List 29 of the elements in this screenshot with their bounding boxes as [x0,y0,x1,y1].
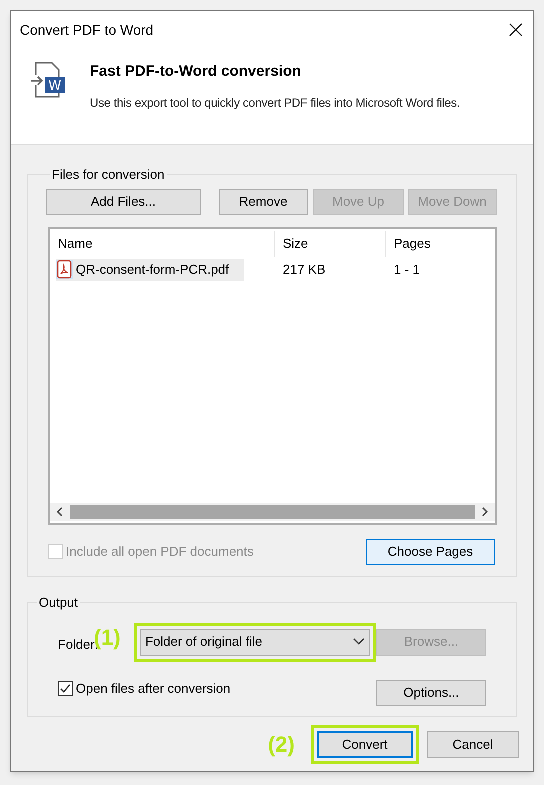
chevron-down-icon [353,638,366,646]
file-name: QR-consent-form-PCR.pdf [76,260,230,279]
file-size: 217 KB [283,260,326,279]
checkbox[interactable] [58,681,73,696]
file-row[interactable]: QR-consent-form-PCR.pdf [56,258,244,280]
add-files-button[interactable]: Add Files... [46,188,201,214]
folder-dropdown[interactable]: Folder of original file [140,628,370,656]
checkbox-label: Open files after conversion [76,680,231,698]
horizontal-scrollbar[interactable] [50,502,495,520]
pdf-file-icon [56,260,73,279]
header-description: Use this export tool to quickly convert PDF files into Microsoft Word files. [90,94,460,112]
checkmark-icon [60,683,71,694]
options-button[interactable]: Options... [376,680,486,706]
dropdown-value: Folder of original file [145,633,263,652]
remove-button[interactable]: Remove [219,188,308,214]
cancel-button[interactable]: Cancel [427,731,519,758]
choose-pages-button[interactable]: Choose Pages [366,538,495,564]
file-pages: 1 - 1 [393,260,420,279]
header-title: Fast PDF-to-Word conversion [90,62,302,82]
convert-button[interactable]: Convert [317,731,413,758]
checkbox-label: Include all open PDF documents [66,542,254,561]
close-icon[interactable] [509,23,523,37]
column-header[interactable]: Name [50,230,275,256]
annotation-label: (2) [268,731,295,759]
group-label: Output [38,594,80,612]
column-header[interactable]: Pages [386,230,486,256]
window-title: Convert PDF to Word [20,20,154,40]
group-label: Files for conversion [51,166,166,184]
column-header[interactable]: Size [275,230,386,256]
